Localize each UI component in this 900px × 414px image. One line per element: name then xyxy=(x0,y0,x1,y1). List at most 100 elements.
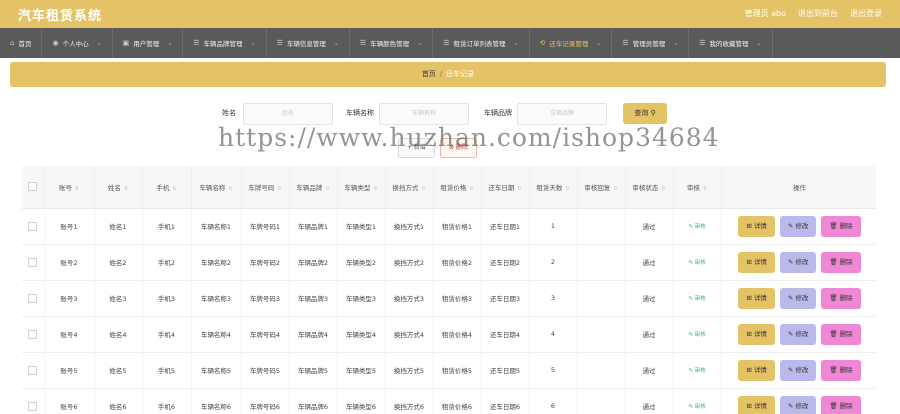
cell-reply xyxy=(577,388,626,414)
cell-plate: 车牌号码2 xyxy=(241,244,290,281)
detail-button[interactable]: ⊞ 详情 xyxy=(738,395,775,414)
column-header[interactable]: 姓名 ⇅ xyxy=(94,166,143,209)
cell-days: 3 xyxy=(529,280,578,317)
delete-button[interactable]: 🗑 删除 xyxy=(821,359,861,381)
column-header[interactable]: 租赁价格 ⇅ xyxy=(433,166,482,209)
cell-operations: ⊞ 详情 ✎ 修改 🗑 删除 xyxy=(721,244,876,281)
edit-button[interactable]: ✎ 修改 xyxy=(779,359,817,381)
nav-item-label: 个人中心 xyxy=(62,40,89,48)
audit-link[interactable]: ✎ 审核 xyxy=(688,404,705,410)
list-icon: ☰ xyxy=(193,39,200,47)
cell-account: 账号4 xyxy=(44,316,95,353)
column-header[interactable]: 车辆名称 ⇅ xyxy=(191,166,242,209)
row-checkbox[interactable] xyxy=(28,401,38,411)
sort-icon[interactable]: ⇅ xyxy=(613,186,617,192)
nav-item-9[interactable]: ☰ 我的收藏管理 ⌄ xyxy=(689,28,773,58)
row-checkbox[interactable] xyxy=(28,257,38,267)
column-header[interactable]: 审核状态 ⇅ xyxy=(625,166,674,209)
nav-item-6[interactable]: ☰ 租赁订单列表管理 ⌄ xyxy=(433,28,530,58)
batch-delete-button[interactable]: ⊗ 删除 xyxy=(439,138,477,158)
edit-button[interactable]: ✎ 修改 xyxy=(779,251,817,273)
delete-button[interactable]: 🗑 删除 xyxy=(821,287,861,309)
sort-icon[interactable]: ⇅ xyxy=(517,186,521,192)
edit-button[interactable]: ✎ 修改 xyxy=(779,287,817,309)
delete-button[interactable]: 🗑 删除 xyxy=(821,251,861,273)
delete-button[interactable]: 🗑 删除 xyxy=(821,215,861,237)
sort-icon[interactable]: ⇅ xyxy=(124,186,128,192)
column-header[interactable]: 账号 ⇅ xyxy=(44,166,95,209)
nav-item-1[interactable]: ◉ 个人中心 ⌄ xyxy=(42,28,113,58)
row-checkbox[interactable] xyxy=(28,365,38,375)
column-header[interactable]: 车辆类型 ⇅ xyxy=(337,166,386,209)
sort-icon[interactable]: ⇅ xyxy=(469,186,473,192)
audit-link[interactable]: ✎ 审核 xyxy=(688,260,705,266)
detail-button[interactable]: ⊞ 详情 xyxy=(738,287,775,309)
detail-button[interactable]: ⊞ 详情 xyxy=(738,251,775,273)
add-button[interactable]: + 新增 xyxy=(398,138,435,158)
nav-item-3[interactable]: ☰ 车辆品牌管理 ⌄ xyxy=(183,28,267,58)
nav-item-label: 租赁订单列表管理 xyxy=(453,40,506,48)
column-header[interactable]: 审核回复 ⇅ xyxy=(577,166,626,209)
column-header[interactable]: 手机 ⇅ xyxy=(142,166,192,209)
sort-icon[interactable]: ⇅ xyxy=(325,186,329,192)
delete-button[interactable]: 🗑 删除 xyxy=(821,323,861,345)
cell-type: 车辆类型5 xyxy=(337,352,386,389)
admin-user-link[interactable]: 管理员 abo xyxy=(745,8,786,19)
edit-button[interactable]: ✎ 修改 xyxy=(779,215,817,237)
nav-item-5[interactable]: ☰ 车辆颜色管理 ⌄ xyxy=(350,28,434,58)
sort-icon[interactable]: ⇅ xyxy=(565,186,569,192)
delete-button[interactable]: 🗑 删除 xyxy=(821,395,861,414)
car-brand-input[interactable]: 车辆品牌 xyxy=(517,103,607,125)
sort-icon[interactable]: ⇅ xyxy=(373,186,377,192)
column-header[interactable]: 还车日期 ⇅ xyxy=(481,166,530,209)
detail-button[interactable]: ⊞ 详情 xyxy=(738,215,775,237)
cell-price: 租赁价格3 xyxy=(433,280,482,317)
audit-link[interactable]: ✎ 审核 xyxy=(688,296,705,302)
cell-name: 姓名3 xyxy=(94,280,143,317)
cell-brand: 车辆品牌6 xyxy=(289,388,338,414)
nav-item-0[interactable]: ⌂ 首页 xyxy=(0,28,43,58)
row-select-cell xyxy=(22,352,45,389)
row-checkbox[interactable] xyxy=(28,293,38,303)
edit-button[interactable]: ✎ 修改 xyxy=(779,395,817,414)
sort-icon[interactable]: ⇅ xyxy=(228,186,232,192)
sort-icon[interactable]: ⇅ xyxy=(703,186,707,192)
name-input[interactable]: 姓名 xyxy=(243,103,333,125)
audit-link[interactable]: ✎ 审核 xyxy=(688,368,705,374)
cell-date: 还车日期2 xyxy=(481,244,530,281)
sort-icon[interactable]: ⇅ xyxy=(661,186,665,192)
car-name-input[interactable]: 车辆名称 xyxy=(379,103,469,125)
edit-button[interactable]: ✎ 修改 xyxy=(779,323,817,345)
list-icon: ☰ xyxy=(359,39,367,47)
row-checkbox[interactable] xyxy=(28,221,38,231)
row-select-cell xyxy=(22,280,45,317)
audit-link[interactable]: ✎ 审核 xyxy=(688,332,705,338)
nav-item-8[interactable]: ☰ 管理员管理 ⌄ xyxy=(612,28,690,58)
row-checkbox[interactable] xyxy=(28,329,38,339)
sort-icon[interactable]: ⇅ xyxy=(421,186,425,192)
cell-car: 车辆名称2 xyxy=(191,244,242,281)
breadcrumb-home[interactable]: 首页 xyxy=(422,70,436,78)
sort-icon[interactable]: ⇅ xyxy=(172,186,176,192)
nav-item-7[interactable]: ⟲ 还车记录管理 ⌄ xyxy=(530,28,613,58)
logout-link[interactable]: 退出登录 xyxy=(850,8,882,19)
front-site-link[interactable]: 退出到前台 xyxy=(798,8,838,19)
sort-icon[interactable]: ⇅ xyxy=(75,186,79,192)
nav-item-4[interactable]: ☰ 车辆信息管理 ⌄ xyxy=(267,28,350,58)
audit-link[interactable]: ✎ 审核 xyxy=(688,224,705,230)
return-icon: ⟲ xyxy=(539,39,546,47)
cell-status: 通过 xyxy=(625,280,674,317)
sort-icon[interactable]: ⇅ xyxy=(277,186,281,192)
detail-button[interactable]: ⊞ 详情 xyxy=(738,359,775,381)
column-header[interactable]: 车辆品牌 ⇅ xyxy=(289,166,338,209)
column-header[interactable]: 换挡方式 ⇅ xyxy=(385,166,434,209)
search-button[interactable]: 查询 ⚲ xyxy=(623,103,667,124)
column-header[interactable]: 审核 ⇅ xyxy=(673,166,722,209)
select-all-checkbox[interactable] xyxy=(28,182,38,192)
cell-days: 1 xyxy=(529,208,578,245)
nav-item-2[interactable]: ▣ 用户管理 ⌄ xyxy=(113,28,184,58)
detail-button[interactable]: ⊞ 详情 xyxy=(738,323,775,345)
cell-plate: 车牌号码6 xyxy=(241,388,290,414)
column-header[interactable]: 租赁天数 ⇅ xyxy=(529,166,578,209)
column-header[interactable]: 车牌号码 ⇅ xyxy=(241,166,290,209)
